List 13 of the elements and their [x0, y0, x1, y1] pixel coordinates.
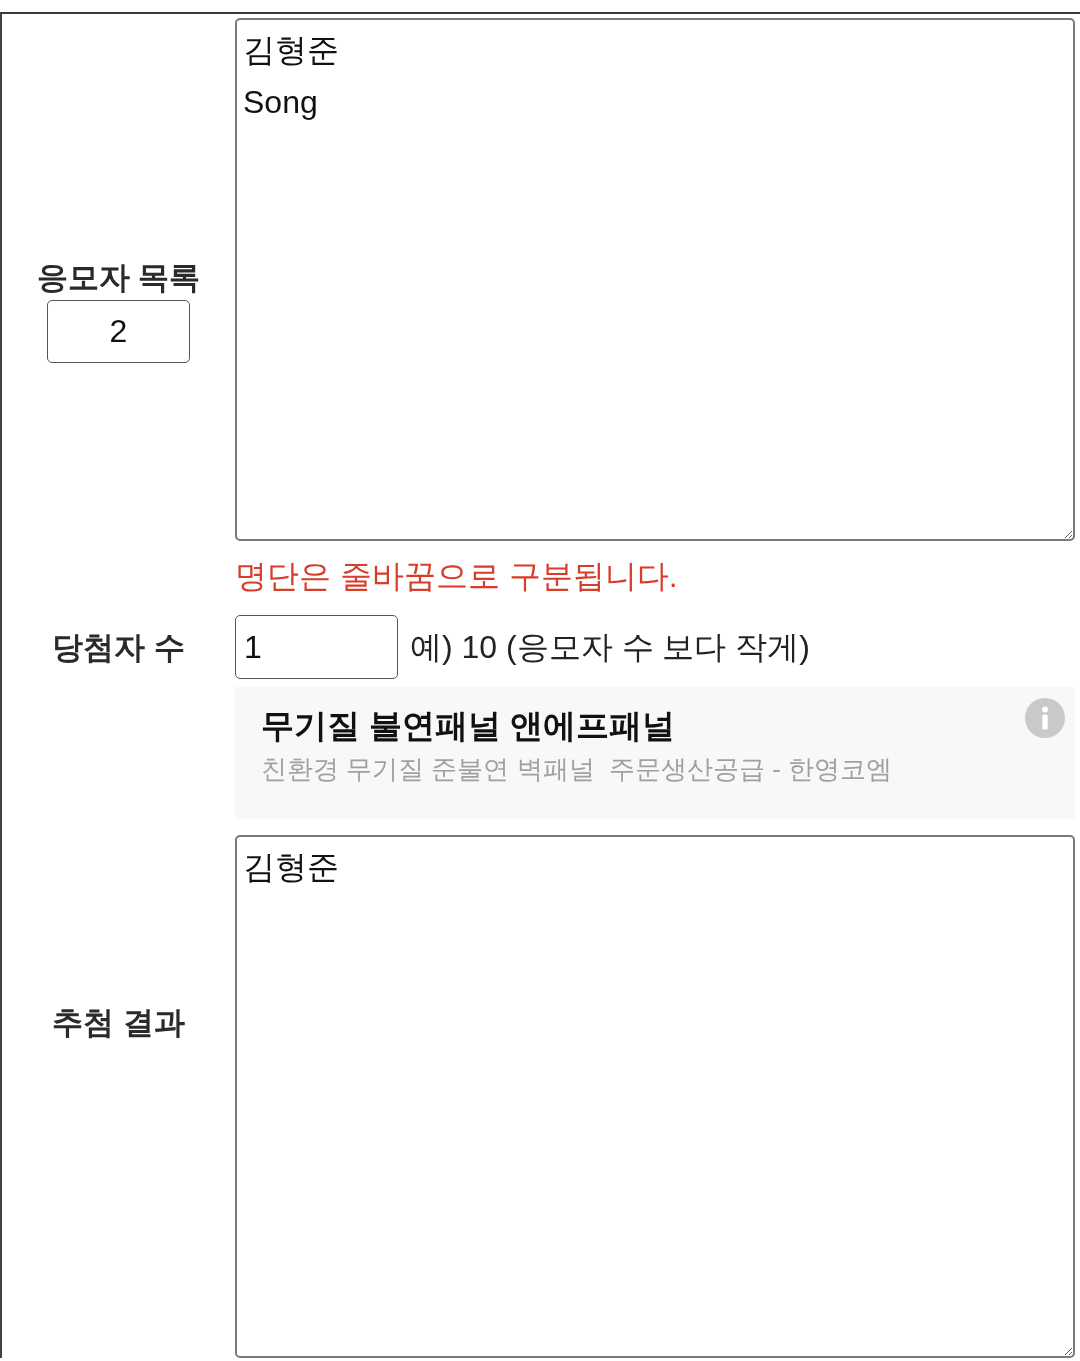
field-label: 응모자 목록	[36, 258, 201, 296]
ad-subtitle: 친환경 무기질 준불연 벽패널 주문생산공급 - 한영코엠	[261, 752, 894, 786]
ad-card[interactable]: 무기질 불연패널 앤에프패널 친환경 무기질 준불연 벽패널 주문생산공급 - 한영코엠	[235, 687, 1075, 820]
field-label: 추첨 결과	[52, 1004, 185, 1042]
entrant-list-textarea[interactable]: 김형준 Song	[235, 18, 1075, 541]
field-label: 당첨자 수	[52, 628, 185, 666]
example-hint: 예) 10 (응모자 수 보다 작게)	[410, 628, 810, 668]
ad-title: 무기질 불연패널 앤에프패널	[261, 706, 677, 747]
entrant-count-field[interactable]: 2	[47, 299, 190, 363]
line-break-hint: 명단은 줄바꿈으로 구분됩니다.	[235, 557, 679, 596]
result-textarea[interactable]: 김형준	[235, 835, 1075, 1359]
winner-count-field[interactable]: 1	[235, 615, 398, 680]
info-icon[interactable]	[1025, 698, 1065, 739]
